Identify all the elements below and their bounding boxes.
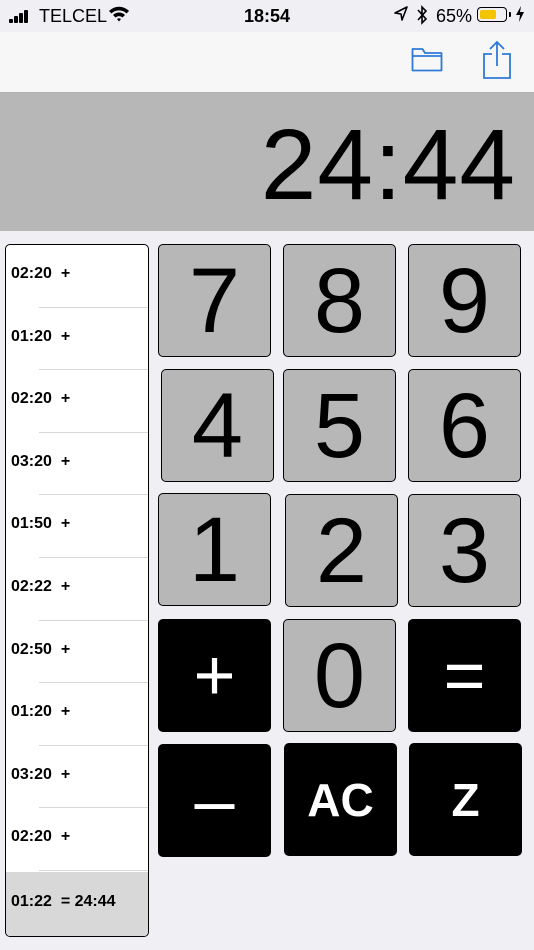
tape-row[interactable]: 01:50 + <box>6 495 148 558</box>
tape-row[interactable]: 03:20 + <box>6 746 148 809</box>
tape-entry: 01:20 + <box>11 327 71 345</box>
folder-icon[interactable] <box>411 46 443 72</box>
key-8-button[interactable]: 8 <box>283 244 396 357</box>
equals-button[interactable]: = <box>408 619 521 732</box>
key-9-button[interactable]: 9 <box>408 244 521 357</box>
tape-entry: 01:20 + <box>11 703 71 721</box>
bluetooth-icon <box>416 5 428 30</box>
tape-entry: 02:50 + <box>11 640 71 658</box>
key-6-button[interactable]: 6 <box>408 369 521 482</box>
key-3-button[interactable]: 3 <box>408 494 521 607</box>
tape-total-row[interactable]: 01:22 = 24:44 <box>6 872 148 936</box>
battery-percent: 65% <box>436 6 473 26</box>
key-0-button[interactable]: 0 <box>283 619 396 732</box>
tape-entry: 01:50 + <box>11 515 71 533</box>
result-display: 24:44 <box>0 93 534 231</box>
key-2-button[interactable]: 2 <box>285 494 398 607</box>
tape-row[interactable]: 02:22 + <box>6 558 148 621</box>
tape-entry: 02:20 + <box>11 828 71 846</box>
tape-row[interactable]: 02:20 + <box>6 808 148 871</box>
key-4-button[interactable]: 4 <box>161 369 274 482</box>
clear-button[interactable]: AC <box>284 743 397 856</box>
tape-row[interactable]: 03:20 + <box>6 433 148 496</box>
nav-bar <box>0 32 534 93</box>
tape-entry: 02:22 + <box>11 577 71 595</box>
tape-row[interactable]: 02:20 + <box>6 370 148 433</box>
tape-entry: 03:20 + <box>11 765 71 783</box>
status-bar: TELCEL 18:54 65% <box>0 0 534 32</box>
tape-row[interactable]: 02:20 + <box>6 245 148 308</box>
tape-list: 02:20 + 01:20 + 02:20 + 03:20 + 01:50 + … <box>6 245 148 871</box>
tape-total: 01:22 = 24:44 <box>11 893 116 910</box>
display-value: 24:44 <box>260 109 516 221</box>
history-tape[interactable]: 02:20 + 01:20 + 02:20 + 03:20 + 01:50 + … <box>5 244 149 937</box>
key-7-button[interactable]: 7 <box>158 244 271 357</box>
tape-row[interactable]: 01:20 + <box>6 683 148 746</box>
tape-entry: 02:20 + <box>11 390 71 408</box>
minus-button[interactable]: – <box>158 744 271 857</box>
z-button[interactable]: Z <box>409 743 522 856</box>
location-arrow-icon <box>394 6 408 27</box>
charging-bolt-icon <box>515 5 525 28</box>
battery-icon <box>477 7 511 22</box>
tape-entry: 03:20 + <box>11 452 71 470</box>
tape-row[interactable]: 01:20 + <box>6 308 148 371</box>
tape-entry: 02:20 + <box>11 265 71 282</box>
tape-row[interactable]: 02:50 + <box>6 621 148 684</box>
plus-button[interactable]: + <box>158 619 271 732</box>
key-5-button[interactable]: 5 <box>283 369 396 482</box>
key-1-button[interactable]: 1 <box>158 493 271 606</box>
share-icon[interactable] <box>482 40 512 80</box>
